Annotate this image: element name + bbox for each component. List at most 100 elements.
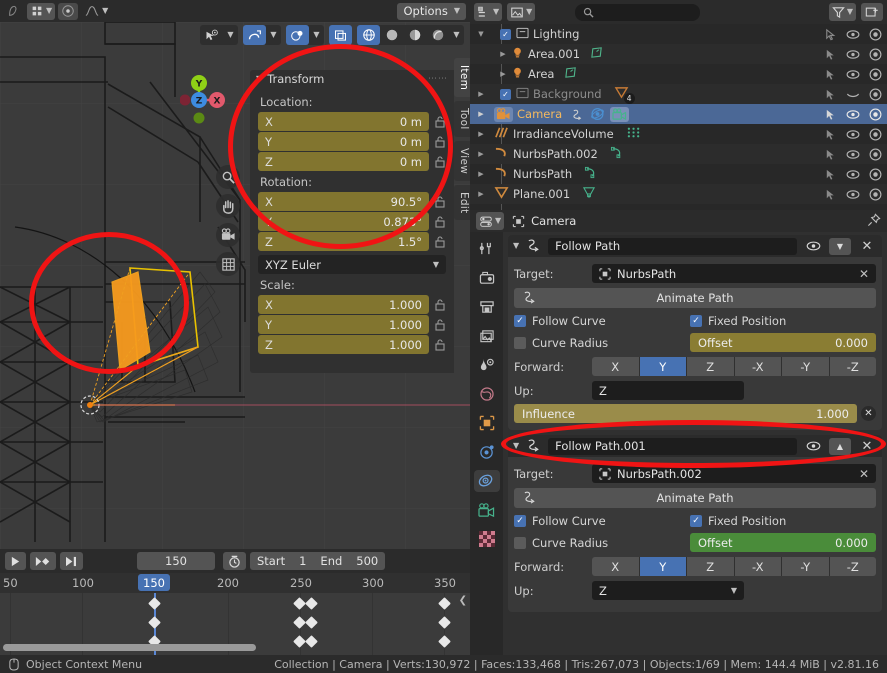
scale-x-field[interactable]: X 1.000 [258,295,429,314]
clear-target-icon[interactable]: ✕ [859,267,869,281]
rendered-shading-icon[interactable] [426,25,449,45]
lock-icon[interactable] [434,235,446,249]
scale-x-row[interactable]: X 1.000 [258,295,446,314]
visibility-dropdown[interactable]: ▼ [200,25,238,45]
fixed-position-checkbox[interactable]: ✓ Fixed Position [690,314,786,328]
forward-neg-y[interactable]: -Y [782,357,830,376]
follow-curve-checkbox[interactable]: ✓ Follow Curve [514,514,684,528]
timeline-ruler[interactable]: 50 100 150 200 250 300 350 [0,573,470,593]
play-button[interactable] [5,552,26,570]
tab-scene[interactable] [474,354,500,376]
disclosure-triangle-icon[interactable]: ▶ [476,170,486,178]
keyframe[interactable] [438,635,451,648]
display-mode-dropdown[interactable]: ▼ [507,3,536,21]
options-dropdown[interactable]: Options ▼ [397,2,466,20]
disclosure-triangle-icon[interactable]: ▼ [476,30,486,38]
wireframe-shading-icon[interactable] [357,25,380,45]
eye-cursor-icon[interactable] [200,25,223,45]
disclosure-triangle-icon[interactable]: ▶ [476,90,486,98]
disclosure-triangle-icon[interactable]: ▼ [256,74,262,83]
target-field[interactable]: NurbsPath ✕ [592,264,876,283]
jump-end-button[interactable] [60,552,83,570]
curve-falloff-dropdown[interactable]: ▼ [81,3,111,20]
tab-tool[interactable] [474,238,500,260]
outliner-row-camera[interactable]: ▶ Camera [470,104,887,124]
snap-group[interactable]: ▼ [243,25,281,45]
disclosure-triangle-icon[interactable]: ▶ [476,150,486,158]
solid-shading-icon[interactable] [380,25,403,45]
editor-type-dropdown[interactable]: ▼ [476,212,505,230]
tab-edit[interactable]: Edit [454,184,470,221]
location-y-row[interactable]: Y 0 m [258,132,446,151]
tab-constraints[interactable] [473,470,500,492]
keyframe[interactable] [148,616,161,629]
animate-path-button[interactable]: Animate Path [514,288,876,308]
proportional-edit-icon[interactable] [286,25,309,45]
end-value[interactable]: 500 [349,554,385,568]
auto-keying-icon[interactable] [223,552,246,570]
falloff-icon[interactable] [58,2,79,20]
outliner-row-area[interactable]: ▶ Area [470,64,887,84]
forward-y[interactable]: Y [639,357,687,376]
tool-preset-dropdown[interactable]: ▼ [27,2,56,20]
grip-dots-icon[interactable]: ⋯⋯ [428,74,448,84]
location-z-row[interactable]: Z 0 m [258,152,446,171]
timeline-keyframe-area[interactable]: ❮ [0,593,470,655]
tab-object-data-camera[interactable] [474,499,500,521]
curve-radius-checkbox[interactable]: Curve Radius [514,536,684,550]
chevron-down-icon[interactable]: ▼ [223,25,238,45]
scale-z-field[interactable]: Z 1.000 [258,335,429,354]
constraint-name-field[interactable]: Follow Path.001 [548,437,797,455]
outliner-row-plane-001[interactable]: ▶ Plane.001 [470,184,887,204]
tab-object[interactable] [474,412,500,434]
forward-x[interactable]: X [592,357,640,376]
tab-physics[interactable] [474,441,500,463]
up-axis-dropdown[interactable]: Z ▼ [592,581,744,600]
search-input[interactable] [575,3,701,21]
brush-icon[interactable] [4,3,24,20]
keyframe[interactable] [305,635,318,648]
keyframe[interactable] [305,616,318,629]
lock-icon[interactable] [434,135,446,149]
up-axis-dropdown[interactable]: Z [592,381,744,400]
scale-y-field[interactable]: Y 1.000 [258,315,429,334]
tab-item[interactable]: Item [454,58,470,98]
tab-render[interactable] [474,267,500,289]
jump-keyframe-button[interactable] [30,552,56,570]
current-frame-field[interactable]: 150 [137,552,215,570]
disclosure-triangle-icon[interactable]: ▶ [476,110,486,118]
collapse-arrow-icon[interactable]: ❮ [459,595,467,606]
material-shading-icon[interactable] [403,25,426,45]
move-up-button[interactable]: ▲ [829,437,851,455]
outliner-row-area-001[interactable]: ▶ Area.001 [470,44,887,64]
outliner-row-background[interactable]: ▶ ✓ Background 4 [470,84,887,104]
target-field[interactable]: NurbsPath.002 ✕ [592,464,876,483]
navigation-gizmo[interactable]: Y Z X [180,72,236,128]
forward-axis-segments[interactable]: X Y Z -X -Y -Z [592,357,876,376]
checkbox-icon[interactable]: ✓ [500,28,511,40]
snap-magnet-icon[interactable] [243,25,266,45]
disclosure-triangle-icon[interactable]: ▶ [498,50,508,58]
keyframe[interactable] [438,616,451,629]
constraint-header[interactable]: ▼ Follow Path ▼ ✕ [508,235,882,257]
rotation-mode-dropdown[interactable]: XYZ Euler ▼ [258,255,446,274]
rotation-z-field[interactable]: Z 1.5° [258,232,429,251]
constraint-header[interactable]: ▼ Follow Path.001 ▲ ✕ [508,435,882,457]
forward-z[interactable]: Z [687,357,735,376]
horizontal-scrollbar[interactable] [3,644,256,651]
outliner-row-nurbspath[interactable]: ▶ NurbsPath [470,164,887,184]
camera-view-icon[interactable] [216,223,240,247]
tab-output[interactable] [474,296,500,318]
scale-z-row[interactable]: Z 1.000 [258,335,446,354]
xray-icon[interactable] [329,25,352,45]
keyframe[interactable] [293,597,306,610]
outliner-row-irradiancevolume[interactable]: ▶ IrradianceVolume [470,124,887,144]
offset-field[interactable]: Offset 0.000 [690,333,876,352]
editor-type-dropdown[interactable]: ▼ [474,3,503,21]
chevron-down-icon[interactable]: ▼ [449,25,464,45]
animate-influence-icon[interactable]: ✕ [861,406,876,421]
tab-view[interactable]: View [454,140,470,181]
lock-icon[interactable] [434,195,446,209]
location-x-row[interactable]: X 0 m [258,112,446,131]
start-value[interactable]: 1 [292,554,313,568]
